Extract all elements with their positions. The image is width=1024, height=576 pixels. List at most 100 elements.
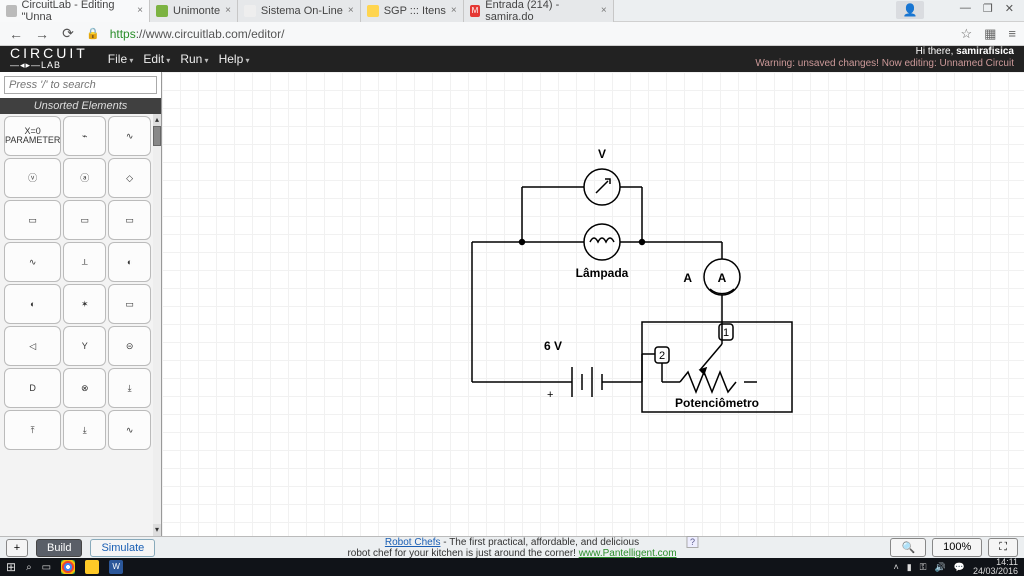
add-button[interactable]: + [6, 539, 28, 557]
app-menu: File Edit Run Help [108, 52, 250, 66]
greeting: Hi there, [916, 46, 957, 57]
tab-close-icon[interactable]: × [137, 5, 143, 16]
search-icon[interactable]: ⌕ [26, 562, 32, 573]
palette-item[interactable]: D [4, 368, 61, 408]
url-protocol: https [110, 27, 136, 41]
ad-text2: robot chef for your kitchen is just arou… [347, 548, 578, 559]
menu-file[interactable]: File [108, 52, 134, 66]
browser-tabstrip: CircuitLab - Editing "Unna × Unimonte× Si… [0, 0, 1024, 22]
voltmeter-label: V [598, 147, 606, 161]
menu-help[interactable]: Help [219, 52, 250, 66]
browser-tab-2[interactable]: Unimonte× [150, 0, 238, 22]
window-close[interactable]: ✕ [1005, 2, 1014, 15]
tray-up-icon[interactable]: ˄ [893, 562, 898, 572]
sidebar-scrollbar[interactable]: ▴ ▾ [153, 114, 161, 536]
lock-icon: 🔒 [86, 27, 100, 40]
wifi-icon[interactable]: ⚿ [920, 562, 927, 573]
tab-close-icon[interactable]: × [225, 5, 231, 16]
chrome-menu-icon[interactable]: ≡ [1008, 26, 1016, 42]
ad-banner[interactable]: Robot Chefs - The first practical, affor… [347, 537, 676, 559]
palette-item[interactable]: ✶ [63, 284, 106, 324]
tab-title: Entrada (214) - samira.do [485, 0, 596, 23]
ad-link[interactable]: www.Pantelligent.com [579, 548, 677, 559]
scroll-up-icon[interactable]: ▴ [153, 114, 161, 126]
start-icon[interactable]: ⊞ [6, 560, 16, 574]
app-header: CIRCUIT —◂▸—LAB File Edit Run Help Hi th… [0, 46, 1024, 72]
browser-tab-5[interactable]: MEntrada (214) - samira.do× [464, 0, 614, 22]
palette-item[interactable]: ◐ [108, 242, 151, 282]
palette-item[interactable]: ▭ [108, 284, 151, 324]
palette-item[interactable]: Y [63, 326, 106, 366]
palette-item[interactable]: ∿ [108, 410, 151, 450]
circuit-diagram[interactable]: A [422, 132, 842, 492]
volume-icon[interactable]: 🔊 [935, 562, 946, 573]
ad-info-icon[interactable]: ? [687, 536, 699, 548]
bottom-toolbar: + Build Simulate Robot Chefs - The first… [0, 536, 1024, 558]
nav-back-icon[interactable]: ← [8, 26, 24, 42]
palette-item[interactable]: ⤓ [108, 368, 151, 408]
palette-item[interactable]: ⌁ [63, 116, 106, 156]
zoom-in-button[interactable]: 🔍 [890, 538, 926, 557]
palette-item[interactable]: ⊗ [63, 368, 106, 408]
palette-item[interactable]: ∿ [4, 242, 61, 282]
browser-tab-3[interactable]: Sistema On-Line× [238, 0, 361, 22]
menu-run[interactable]: Run [180, 52, 208, 66]
scroll-down-icon[interactable]: ▾ [153, 524, 161, 536]
palette-item[interactable]: X=0 PARAMETER [4, 116, 61, 156]
ad-text: - The first practical, affordable, and d… [440, 537, 639, 548]
zoom-fit-button[interactable]: ⛶ [988, 538, 1018, 557]
palette-item[interactable]: ⤓ [63, 410, 106, 450]
simulate-button[interactable]: Simulate [90, 539, 155, 557]
app-logo: CIRCUIT —◂▸—LAB [10, 48, 88, 70]
svg-text:A: A [718, 271, 727, 285]
palette-item[interactable]: ∿ [108, 116, 151, 156]
battery-icon[interactable]: ▮ [907, 562, 912, 573]
browser-tab-4[interactable]: SGP ::: Itens × [361, 0, 464, 22]
schematic-canvas[interactable]: A [162, 72, 1024, 536]
nav-forward-icon[interactable]: → [34, 26, 50, 42]
browser-tab-1[interactable]: CircuitLab - Editing "Unna × [0, 0, 150, 22]
palette-item[interactable]: ▭ [4, 200, 61, 240]
build-button[interactable]: Build [36, 539, 82, 557]
window-minimize[interactable]: — [960, 2, 971, 15]
chrome-profile-button[interactable]: 👤 [896, 1, 924, 19]
ext-icon[interactable]: ▦ [984, 26, 996, 42]
palette-item[interactable]: ▭ [108, 200, 151, 240]
word-taskbar-icon[interactable]: W [109, 560, 123, 574]
nav-reload-icon[interactable]: ⟳ [60, 25, 76, 42]
component-palette: ▴ ▾ X=0 PARAMETER ⌁ ∿ ⓥ ⓐ ◇ ▭ ▭ ▭ ∿ ⟂ ◐ … [0, 114, 161, 536]
url-display[interactable]: https://www.circuitlab.com/editor/ [110, 27, 951, 41]
clock[interactable]: 14:11 24/03/2016 [973, 558, 1018, 576]
notifications-icon[interactable]: 💬 [954, 562, 965, 573]
tab-close-icon[interactable]: × [348, 5, 354, 16]
palette-item[interactable]: ◇ [108, 158, 151, 198]
ad-title[interactable]: Robot Chefs [385, 537, 441, 548]
window-maximize[interactable]: ❐ [983, 2, 993, 15]
zoom-value[interactable]: 100% [932, 538, 982, 557]
scroll-thumb[interactable] [153, 126, 161, 146]
tab-close-icon[interactable]: × [601, 5, 607, 16]
taskview-icon[interactable]: ▭ [42, 562, 51, 573]
palette-item[interactable]: ⓐ [63, 158, 106, 198]
palette-item[interactable]: ⊝ [108, 326, 151, 366]
main-area: × Unsorted Elements ▴ ▾ X=0 PARAMETER ⌁ … [0, 72, 1024, 536]
tab-close-icon[interactable]: × [451, 5, 457, 16]
palette-item[interactable]: ⓥ [4, 158, 61, 198]
palette-item[interactable]: ◁ [4, 326, 61, 366]
logo-line1: CIRCUIT [10, 45, 88, 61]
explorer-taskbar-icon[interactable] [85, 560, 99, 574]
search-input[interactable] [4, 76, 157, 94]
tab-title: CircuitLab - Editing "Unna [22, 0, 133, 23]
terminal-2: 2 [659, 350, 665, 362]
palette-item[interactable]: ⟂ [63, 242, 106, 282]
favicon [244, 5, 256, 17]
unsaved-warning: Warning: unsaved changes! Now editing: U… [755, 58, 1014, 70]
potentiometer-label: Potenciômetro [675, 396, 759, 410]
bookmark-star-icon[interactable]: ☆ [960, 26, 972, 42]
palette-item[interactable]: ⤒ [4, 410, 61, 450]
palette-item[interactable]: ▭ [63, 200, 106, 240]
palette-item[interactable]: ◐ [4, 284, 61, 324]
tab-title: SGP ::: Itens [384, 5, 446, 17]
chrome-taskbar-icon[interactable] [61, 560, 75, 574]
menu-edit[interactable]: Edit [143, 52, 170, 66]
